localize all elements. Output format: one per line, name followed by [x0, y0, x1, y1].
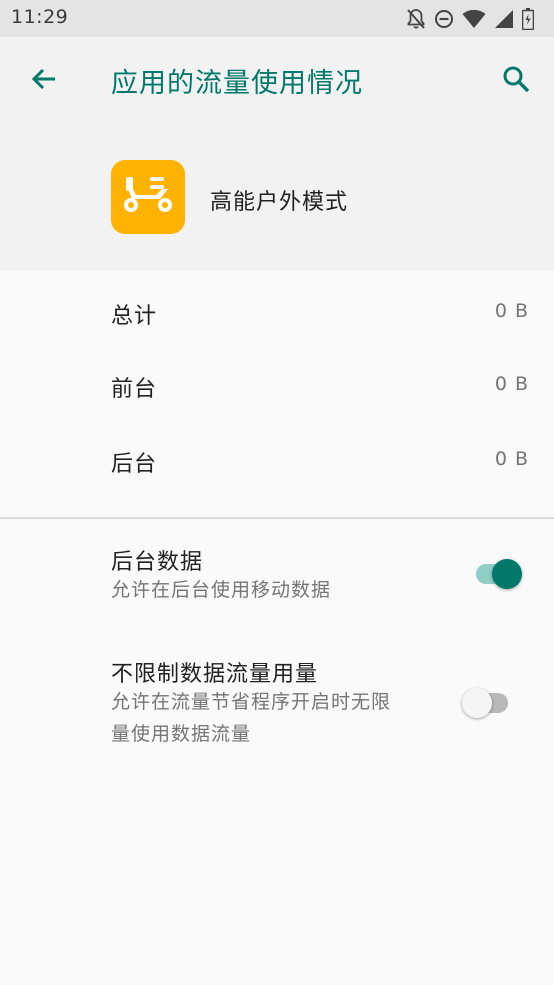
search-icon: [502, 65, 530, 97]
pref-summary-line1: 允许在流量节省程序开启时无限: [111, 691, 392, 713]
wifi-icon: [462, 9, 486, 29]
pref-title: 后台数据: [111, 550, 204, 575]
pref-summary: 允许在后台使用移动数据: [111, 579, 332, 601]
status-icons: [406, 6, 534, 32]
pref-title: 不限制数据流量用量: [111, 662, 319, 687]
usage-value: 0 B: [494, 373, 529, 395]
usage-row-foreground: 前台 0 B: [0, 371, 554, 411]
signal-icon: [494, 9, 514, 29]
page-title: 应用的流量使用情况: [111, 68, 363, 99]
notifications-off-icon: [406, 8, 426, 30]
toggle-thumb: [492, 559, 522, 589]
app-header: 应用的流量使用情况 高能户外模式: [0, 37, 554, 271]
status-time: 11:29: [11, 6, 69, 28]
search-button[interactable]: [496, 61, 536, 101]
usage-row-background: 后台 0 B: [0, 446, 554, 486]
background-data-toggle[interactable]: [470, 553, 526, 593]
battery-icon: [522, 8, 534, 30]
unrestricted-data-toggle[interactable]: [458, 682, 514, 722]
usage-value: 0 B: [494, 448, 529, 470]
do-not-disturb-icon: [434, 9, 454, 29]
divider: [0, 517, 554, 519]
pref-summary-line2: 量使用数据流量: [111, 723, 252, 745]
back-button[interactable]: [24, 61, 64, 101]
usage-label: 总计: [111, 304, 158, 329]
arrow-back-icon: [30, 65, 58, 97]
usage-value: 0 B: [494, 300, 529, 322]
usage-label: 后台: [111, 452, 158, 477]
app-icon: [111, 160, 185, 234]
scooter-icon: [122, 175, 174, 219]
app-name: 高能户外模式: [210, 190, 349, 215]
status-bar: 11:29: [0, 0, 554, 37]
usage-row-total: 总计 0 B: [0, 298, 554, 338]
usage-label: 前台: [111, 377, 158, 402]
toggle-thumb: [462, 688, 492, 718]
